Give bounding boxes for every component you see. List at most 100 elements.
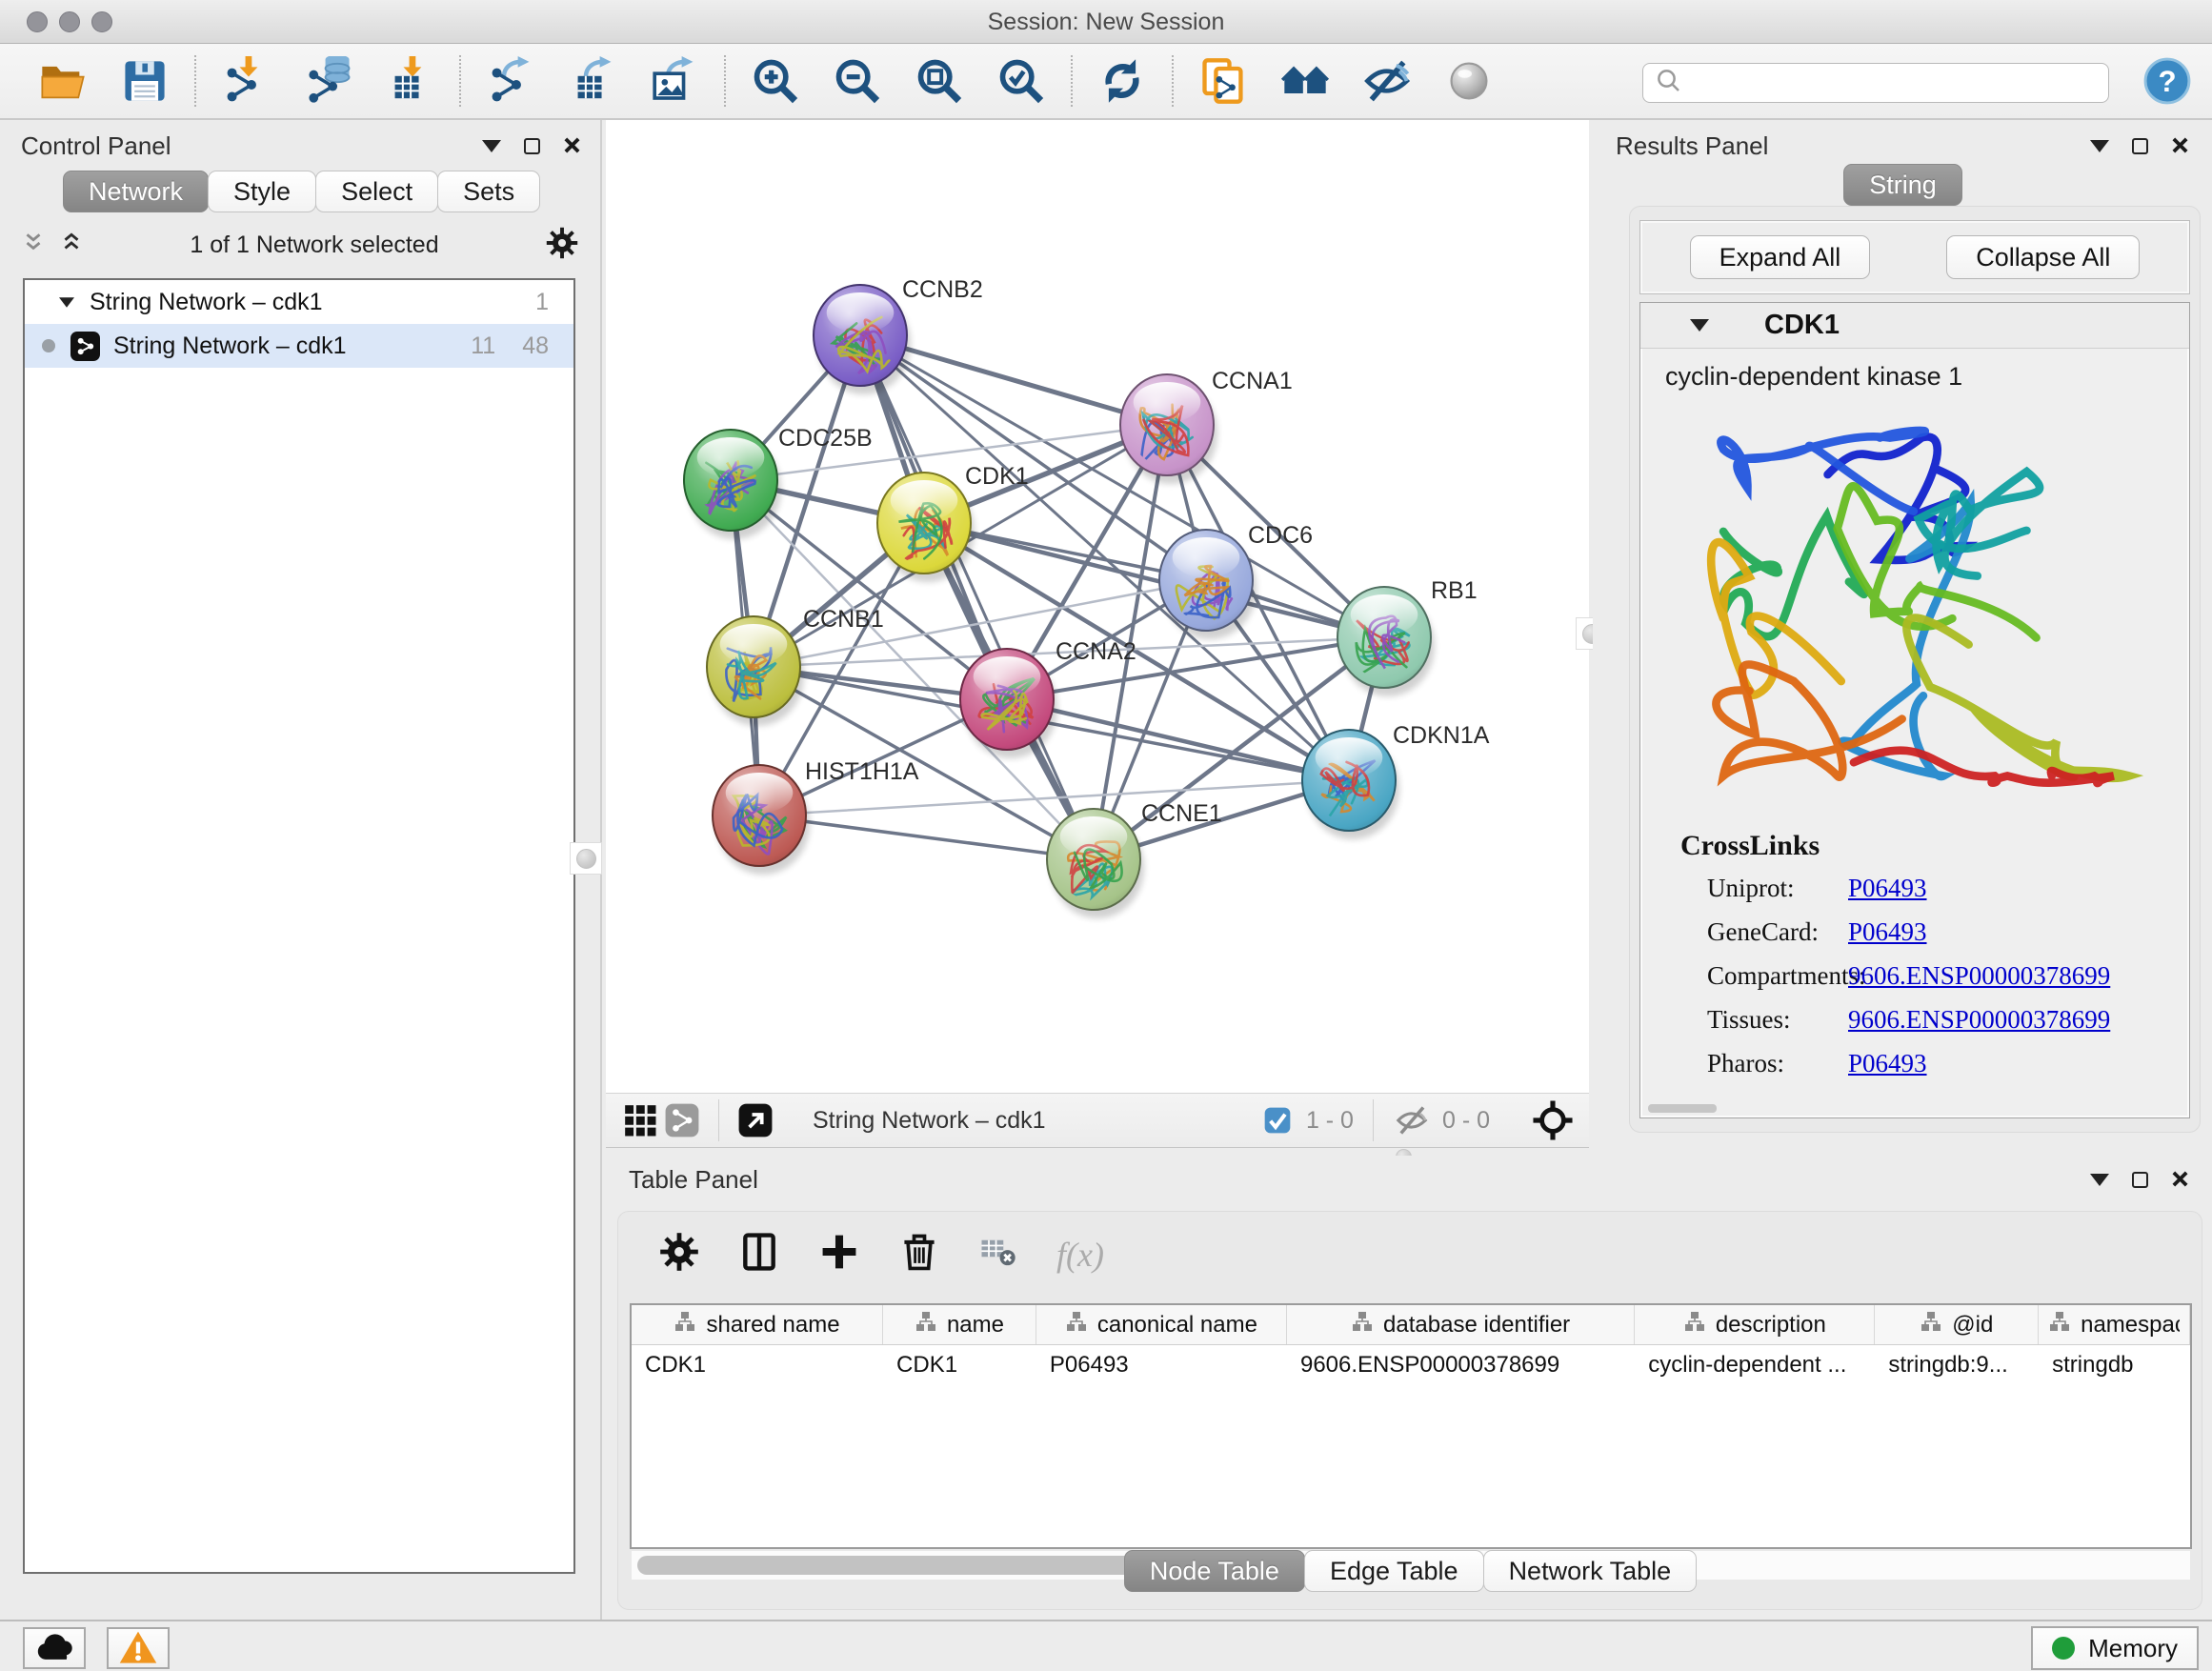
grid-icon[interactable] <box>619 1096 661 1145</box>
checkbox-icon[interactable] <box>1260 1096 1295 1145</box>
network-collection-row[interactable]: String Network – cdk1 1 <box>25 280 573 324</box>
column-header-database-identifier[interactable]: database identifier <box>1287 1305 1635 1344</box>
network-graph[interactable]: CCNB2CCNA1CDC25BCDK1CDC6RB1CCNB1CCNA2CDK… <box>606 120 1589 1093</box>
panel-float-icon[interactable] <box>2132 138 2148 154</box>
column-type-icon <box>1351 1310 1374 1339</box>
import-network-icon[interactable] <box>221 56 271 106</box>
home-icon[interactable] <box>1280 56 1330 106</box>
columns-icon[interactable] <box>738 1231 780 1278</box>
collapse-all-button[interactable]: Collapse All <box>1946 235 2140 279</box>
zoom-out-icon[interactable] <box>833 56 882 106</box>
panel-close-icon[interactable] <box>563 131 581 161</box>
tab-sets[interactable]: Sets <box>437 171 540 212</box>
column-header-namespace[interactable]: namespace <box>2039 1305 2190 1344</box>
network-node-CDK1[interactable] <box>877 473 971 574</box>
import-database-icon[interactable] <box>303 56 352 106</box>
eye-orb-icon[interactable] <box>1444 56 1494 106</box>
network-node-CDKN1A[interactable] <box>1302 730 1396 831</box>
navigate-icon[interactable] <box>734 1096 776 1145</box>
share-icon[interactable] <box>661 1096 703 1145</box>
network-node-CDC25B[interactable] <box>684 430 777 531</box>
tab-string[interactable]: String <box>1843 164 1962 206</box>
refresh-icon[interactable] <box>1097 56 1147 106</box>
tab-select[interactable]: Select <box>315 171 438 212</box>
trash-icon[interactable] <box>898 1231 940 1278</box>
search-box[interactable] <box>1642 63 2109 103</box>
zoom-fit-icon[interactable] <box>915 56 964 106</box>
collection-label: String Network – cdk1 <box>90 289 323 316</box>
table-row[interactable]: CDK1CDK1P064939606.ENSP00000378699cyclin… <box>632 1345 2190 1385</box>
network-row-selected[interactable]: String Network – cdk1 11 48 <box>25 324 573 368</box>
node-label-HIST1H1A: HIST1H1A <box>805 758 919 785</box>
network-node-CCNA2[interactable] <box>960 649 1054 750</box>
panel-menu-icon[interactable] <box>482 140 501 152</box>
warning-icon[interactable] <box>107 1627 170 1669</box>
expand-all-icon[interactable] <box>59 231 84 260</box>
table-cell: CDK1 <box>883 1345 1036 1385</box>
crosslink-link[interactable]: 9606.ENSP00000378699 <box>1848 1005 2110 1035</box>
gear-icon[interactable] <box>658 1231 700 1278</box>
tab-node-table[interactable]: Node Table <box>1124 1550 1305 1592</box>
network-node-HIST1H1A[interactable] <box>713 765 806 866</box>
protein-structure-image <box>1659 399 2193 815</box>
crosshair-icon[interactable] <box>1530 1096 1576 1145</box>
collapse-all-icon[interactable] <box>21 231 46 260</box>
network-node-CCNE1[interactable] <box>1047 809 1140 910</box>
network-node-CCNB2[interactable] <box>814 285 907 386</box>
tab-network[interactable]: Network <box>63 171 209 212</box>
column-header-canonical-name[interactable]: canonical name <box>1036 1305 1287 1344</box>
import-table-icon[interactable] <box>385 56 434 106</box>
search-input[interactable] <box>1683 70 2093 96</box>
crosslink-link[interactable]: P06493 <box>1848 874 1927 903</box>
open-icon[interactable] <box>38 56 88 106</box>
node-label-CCNB2: CCNB2 <box>902 276 983 303</box>
crosslink-link[interactable]: P06493 <box>1848 917 1927 947</box>
gene-section: CDK1 cyclin-dependent kinase 1 CrossLink… <box>1639 302 2190 1118</box>
network-node-CCNA1[interactable] <box>1120 374 1214 475</box>
hide-panel-icon[interactable] <box>1362 56 1412 106</box>
panel-float-icon[interactable] <box>2132 1172 2148 1188</box>
network-node-RB1[interactable] <box>1337 587 1431 688</box>
zoom-in-icon[interactable] <box>751 56 800 106</box>
save-icon[interactable] <box>120 56 170 106</box>
gene-disclosure-icon[interactable] <box>1690 319 1709 332</box>
tab-network-table[interactable]: Network Table <box>1483 1550 1698 1592</box>
memory-button[interactable]: Memory <box>2031 1626 2199 1670</box>
help-icon[interactable]: ? <box>2143 57 2191 105</box>
column-type-icon <box>1683 1310 1706 1339</box>
current-network-dot <box>42 339 55 352</box>
panel-close-icon[interactable] <box>2171 1165 2189 1195</box>
export-table-icon[interactable] <box>568 56 617 106</box>
crosslink-link[interactable]: P06493 <box>1848 1049 1927 1078</box>
results-scrollbar[interactable] <box>1648 1104 1717 1113</box>
network-canvas[interactable]: CCNB2CCNA1CDC25BCDK1CDC6RB1CCNB1CCNA2CDK… <box>606 120 1589 1093</box>
delete-table-icon[interactable] <box>978 1232 1018 1277</box>
column-header-shared-name[interactable]: shared name <box>632 1305 883 1344</box>
left-splitter-handle[interactable] <box>570 842 602 875</box>
table-cell: stringdb <box>2039 1345 2190 1385</box>
network-node-CCNB1[interactable] <box>707 616 800 717</box>
panel-menu-icon[interactable] <box>2090 1174 2109 1186</box>
panel-menu-icon[interactable] <box>2090 140 2109 152</box>
collection-disclosure-icon[interactable] <box>59 297 74 307</box>
panel-float-icon[interactable] <box>524 138 540 154</box>
column-header-description[interactable]: description <box>1635 1305 1875 1344</box>
network-node-CDC6[interactable] <box>1159 530 1253 631</box>
column-header-id[interactable]: @id <box>1875 1305 2039 1344</box>
expand-all-button[interactable]: Expand All <box>1690 235 1871 279</box>
panel-close-icon[interactable] <box>2171 131 2189 161</box>
export-image-icon[interactable] <box>650 56 699 106</box>
gear-icon[interactable] <box>545 226 579 265</box>
add-icon[interactable] <box>818 1231 860 1278</box>
cloud-icon[interactable] <box>23 1627 86 1669</box>
toolbar-separator <box>1172 55 1174 107</box>
column-header-name[interactable]: name <box>883 1305 1036 1344</box>
annotation-icon[interactable] <box>1198 56 1248 106</box>
tab-style[interactable]: Style <box>208 171 316 212</box>
zoom-selected-icon[interactable] <box>996 56 1046 106</box>
gene-section-header[interactable]: CDK1 <box>1640 303 2189 349</box>
control-panel-tabs: NetworkStyleSelectSets <box>63 171 600 212</box>
crosslink-link[interactable]: 9606.ENSP00000378699 <box>1848 961 2110 991</box>
export-network-icon[interactable] <box>486 56 535 106</box>
tab-edge-table[interactable]: Edge Table <box>1304 1550 1484 1592</box>
